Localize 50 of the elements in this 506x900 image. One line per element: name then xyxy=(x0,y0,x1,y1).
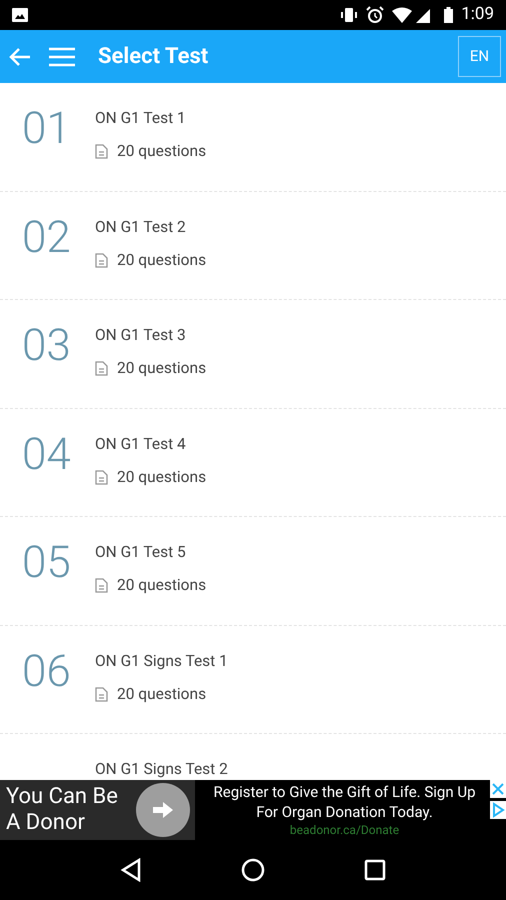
ad-text: Register to Give the Gift of Life. Sign Up For Organ Donation Today. xyxy=(212,782,476,822)
document-icon xyxy=(95,144,108,160)
test-number: 04 xyxy=(21,428,71,480)
document-icon xyxy=(95,470,108,485)
test-title: ON G1 Test 4 xyxy=(95,434,187,454)
question-count: 20 questions xyxy=(117,684,206,705)
document-icon xyxy=(95,252,108,268)
question-count: 20 questions xyxy=(117,575,206,596)
menu-icon xyxy=(49,46,75,66)
document-icon xyxy=(95,361,108,376)
question-count: 20 questions xyxy=(117,141,206,162)
arrow-icon xyxy=(153,802,173,818)
question-count: 20 questions xyxy=(117,358,206,380)
document-icon xyxy=(95,578,108,594)
test-title: ON G1 Test 2 xyxy=(95,216,187,238)
app-bar-title: Select Test xyxy=(98,43,208,71)
test-number: 05 xyxy=(21,536,71,588)
test-title: ON G1 Test 5 xyxy=(95,542,187,563)
ad-link[interactable]: beadonor.ca/Donate xyxy=(290,822,400,838)
test-title: ON G1 Signs Test 1 xyxy=(95,650,228,672)
test-item[interactable]: 01 ON G1 Test 1 20 questions xyxy=(0,83,506,192)
battery-icon xyxy=(444,7,454,23)
question-count: 20 questions xyxy=(117,466,206,488)
document-icon xyxy=(95,686,108,702)
test-item[interactable]: 04 ON G1 Test 4 20 questions xyxy=(0,408,506,517)
back-arrow-icon xyxy=(9,46,31,66)
test-title: ON G1 Test 1 xyxy=(95,108,187,129)
test-number: 02 xyxy=(21,210,71,262)
question-count: 20 questions xyxy=(117,250,206,271)
test-item[interactable]: 02 ON G1 Test 2 20 questions xyxy=(0,192,506,300)
test-number: 06 xyxy=(21,644,71,696)
ad-banner[interactable]: You Can Be A Donor Register to Give the Gift of Life. Sign Up For Organ Donation Today. beadonor.ca/Donate xyxy=(0,780,506,840)
test-title: ON G1 Signs Test 2 xyxy=(95,759,228,780)
home-icon[interactable] xyxy=(240,858,265,882)
back-icon[interactable] xyxy=(120,858,142,882)
recents-icon[interactable] xyxy=(364,859,386,881)
test-number: 03 xyxy=(21,319,71,371)
signal-icon xyxy=(416,7,432,23)
ad-headline: You Can Be A Donor xyxy=(6,784,119,836)
ad-arrow-button[interactable] xyxy=(136,783,190,837)
test-item[interactable]: 05 ON G1 Test 5 20 questions xyxy=(0,517,506,626)
wifi-icon xyxy=(392,7,412,23)
test-item[interactable]: 06 ON G1 Signs Test 1 20 questions xyxy=(0,626,506,734)
clock: 1:09 xyxy=(461,3,494,26)
vibrate-icon xyxy=(340,7,358,23)
test-title: ON G1 Test 3 xyxy=(95,325,187,346)
alarm-icon xyxy=(366,6,384,24)
image-icon xyxy=(12,8,28,22)
test-number: 01 xyxy=(21,102,71,154)
test-item[interactable]: 03 ON G1 Test 3 20 questions xyxy=(0,300,506,408)
